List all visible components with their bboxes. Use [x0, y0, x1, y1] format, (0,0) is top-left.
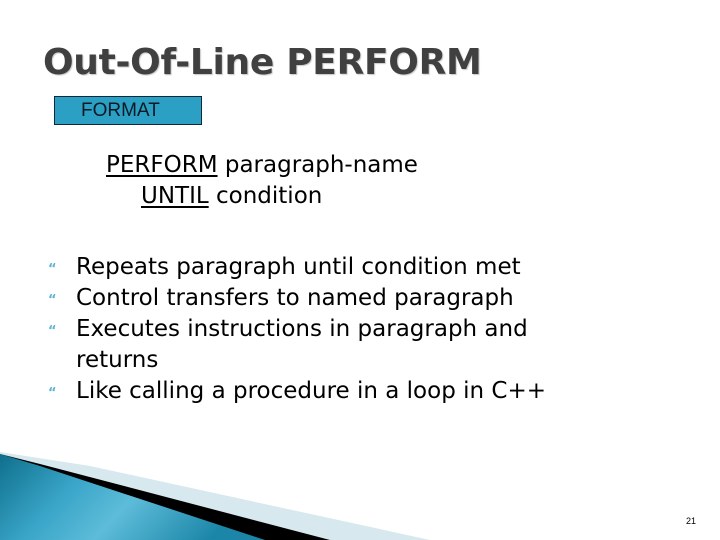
- quote-bullet-icon: “: [48, 262, 57, 277]
- quote-bullet-icon: “: [48, 293, 57, 308]
- keyword-until: UNTIL: [141, 183, 209, 209]
- list-item: “ Control transfers to named paragraph: [48, 283, 608, 314]
- list-item: “ Repeats paragraph until condition met: [48, 252, 608, 283]
- syntax-condition: condition: [208, 183, 323, 209]
- footer-swoosh-decoration: [0, 452, 430, 540]
- quote-bullet-icon: “: [48, 386, 57, 401]
- format-label-box: FORMAT: [54, 96, 202, 125]
- syntax-line-1: PERFORM paragraph-name: [106, 150, 418, 181]
- slide-title: Out-Of-Line PERFORM: [43, 42, 482, 83]
- syntax-block: PERFORM paragraph-name UNTIL condition: [106, 150, 418, 212]
- bullet-list: “ Repeats paragraph until condition met …: [48, 252, 608, 407]
- syntax-paragraph-name: paragraph-name: [217, 152, 418, 178]
- quote-bullet-icon: “: [48, 324, 57, 339]
- bullet-text: Like calling a procedure in a loop in C+…: [76, 378, 546, 404]
- bullet-text: Control transfers to named paragraph: [76, 285, 514, 311]
- list-item: “ Executes instructions in paragraph and…: [48, 314, 608, 376]
- list-item: “ Like calling a procedure in a loop in …: [48, 376, 608, 407]
- bullet-text: Repeats paragraph until condition met: [76, 254, 521, 280]
- page-number: 21: [686, 516, 697, 526]
- keyword-perform: PERFORM: [106, 152, 218, 178]
- bullet-text: Executes instructions in paragraph and r…: [76, 316, 528, 373]
- syntax-line-2: UNTIL condition: [106, 181, 418, 212]
